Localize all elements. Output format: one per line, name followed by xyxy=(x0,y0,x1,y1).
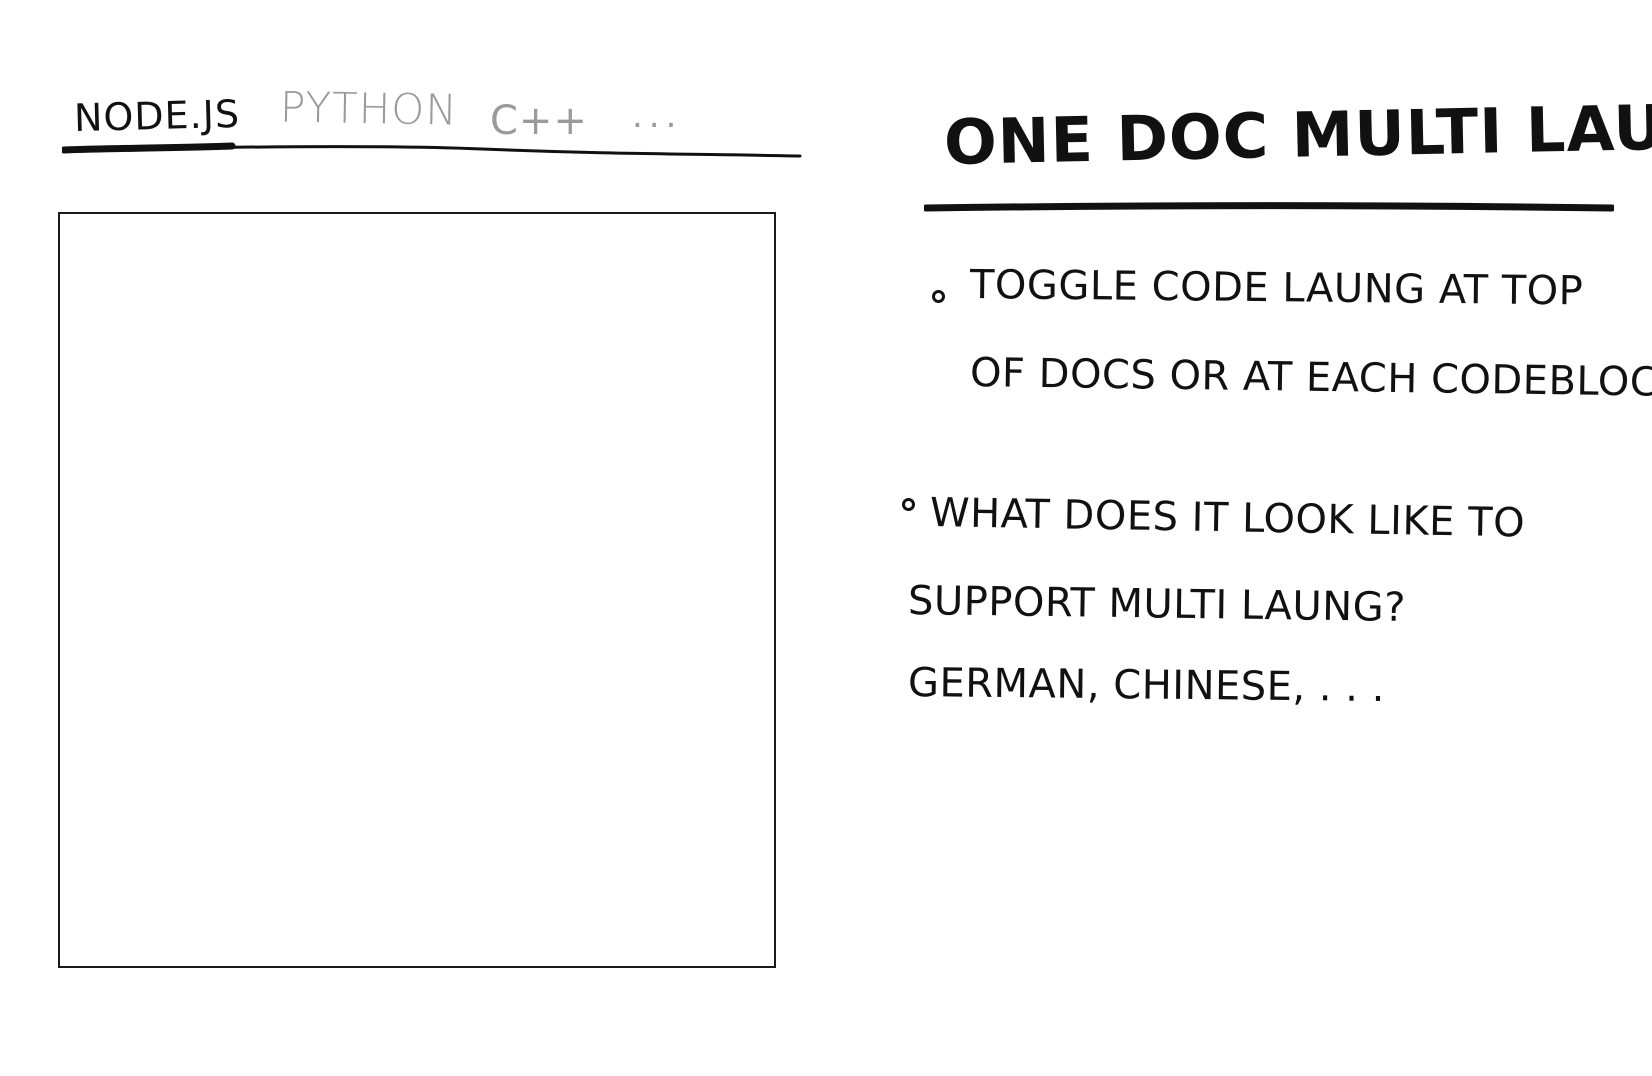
note-1-line-1: TOGGLE CODE LAUNG AT TOP xyxy=(969,262,1584,315)
note-2-line-2: SUPPORT MULTI LAUNG? xyxy=(907,578,1407,631)
tab-more-languages[interactable]: ... xyxy=(632,96,682,136)
active-tab-indicator xyxy=(62,142,236,154)
title-underline xyxy=(924,202,1614,212)
bullet-icon xyxy=(932,290,945,303)
note-2-line-3: GERMAN, CHINESE, . . . xyxy=(907,660,1386,711)
tab-nodejs[interactable]: NODE.JS xyxy=(73,92,240,140)
note-2-line-1: WHAT DOES IT LOOK LIKE TO xyxy=(929,490,1526,547)
bullet-icon xyxy=(902,498,915,511)
tab-cpp[interactable]: C++ xyxy=(490,98,588,144)
notes-title: ONE DOC MULTI LAUNG xyxy=(943,88,1652,179)
code-block-panel xyxy=(58,212,776,968)
tab-python[interactable]: PYTHON xyxy=(280,82,459,134)
language-tab-bar: NODE.JS PYTHON C++ ... xyxy=(62,76,802,176)
note-1-line-2: OF DOCS OR AT EACH CODEBLOCK xyxy=(969,350,1652,406)
tab-underline xyxy=(62,142,802,158)
